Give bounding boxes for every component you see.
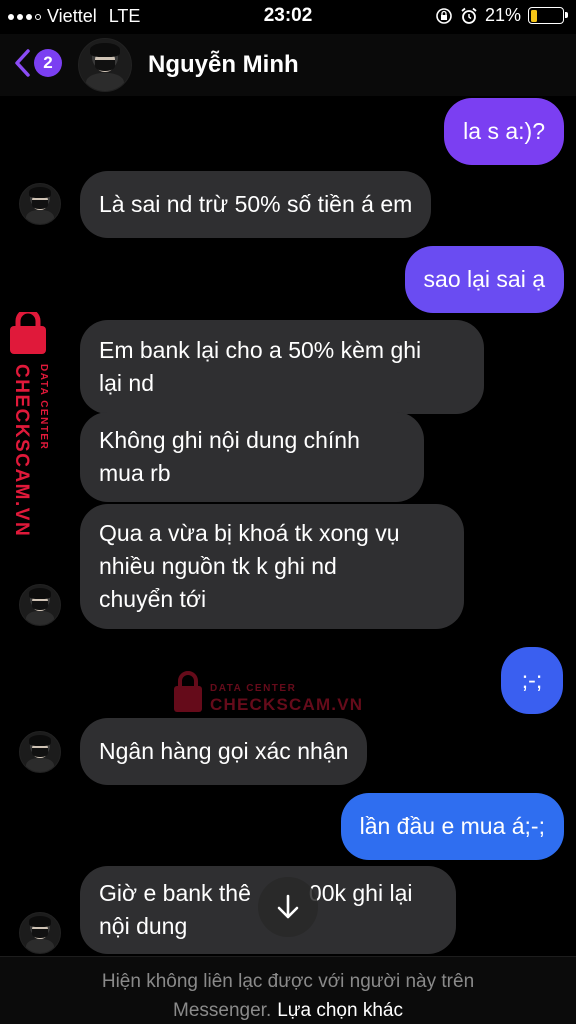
contact-avatar[interactable] bbox=[78, 38, 132, 92]
battery-icon bbox=[528, 7, 568, 24]
message-incoming[interactable]: Là sai nd trừ 50% số tiền á em bbox=[80, 171, 432, 238]
choose-other-link[interactable]: Lựa chọn khác bbox=[277, 1000, 403, 1021]
message-outgoing[interactable]: la s a:)? bbox=[444, 98, 564, 165]
message-line: nhiều nguồn tk k ghi nd bbox=[99, 553, 337, 579]
watermark-center: DATA CENTER CHECKSCAM.VN bbox=[172, 670, 362, 723]
message-outgoing[interactable]: sao lại sai ạ bbox=[404, 246, 564, 313]
message-outgoing[interactable]: lần đầu e mua á;-; bbox=[340, 793, 564, 860]
watermark-center-large: CHECKSCAM.VN bbox=[210, 695, 362, 714]
arrow-down-icon bbox=[277, 894, 299, 919]
message-line: Qua a vừa bị khoá tk xong vụ bbox=[99, 520, 400, 546]
sender-avatar bbox=[19, 912, 61, 954]
message-incoming[interactable]: Qua a vừa bị khoá tk xong vụ nhiều nguồn… bbox=[80, 504, 464, 629]
message-incoming[interactable]: Em bank lại cho a 50% kèm ghi lại nd bbox=[80, 320, 484, 414]
sender-avatar bbox=[19, 183, 61, 225]
watermark-center-small: DATA CENTER bbox=[210, 683, 296, 694]
unavailable-notice: Hiện không liên lạc được với người này t… bbox=[0, 956, 576, 1024]
message-line: Em bank lại cho a 50% kèm ghi bbox=[99, 337, 422, 363]
battery-percent: 21% bbox=[484, 5, 521, 25]
message-line: chuyển tới bbox=[99, 586, 207, 612]
message-line: mua rb bbox=[99, 460, 171, 486]
unread-count-badge: 2 bbox=[34, 49, 62, 77]
status-bar: Viettel LTE 23:02 21% bbox=[0, 0, 576, 34]
notice-line-1: Hiện không liên lạc được với người này t… bbox=[101, 971, 475, 992]
alarm-icon bbox=[461, 7, 477, 24]
message-outgoing[interactable]: ;-; bbox=[501, 647, 563, 714]
contact-name[interactable]: Nguyễn Minh bbox=[148, 51, 299, 79]
message-line: lại nd bbox=[99, 370, 154, 396]
chevron-left-icon bbox=[15, 49, 30, 77]
watermark-vertical-large: CHECKSCAM.VN bbox=[11, 364, 32, 537]
sender-avatar bbox=[19, 731, 61, 773]
orientation-lock-icon bbox=[436, 7, 452, 24]
scroll-to-bottom-button[interactable] bbox=[258, 877, 318, 937]
back-button[interactable]: 2 bbox=[12, 48, 62, 78]
watermark-vertical: CHECKSCAM.VN DATA CENTER bbox=[6, 308, 62, 562]
notice-line-2: Messenger. Lựa chọn khác bbox=[173, 1000, 403, 1021]
conversation-header: 2 Nguyễn Minh bbox=[0, 34, 576, 96]
message-incoming[interactable]: Ngân hàng gọi xác nhận bbox=[80, 718, 368, 785]
message-line: Không ghi nội dung chính bbox=[99, 427, 360, 453]
watermark-vertical-small: DATA CENTER bbox=[38, 364, 49, 450]
sender-avatar bbox=[19, 584, 61, 626]
message-incoming[interactable]: Không ghi nội dung chính mua rb bbox=[80, 412, 424, 502]
